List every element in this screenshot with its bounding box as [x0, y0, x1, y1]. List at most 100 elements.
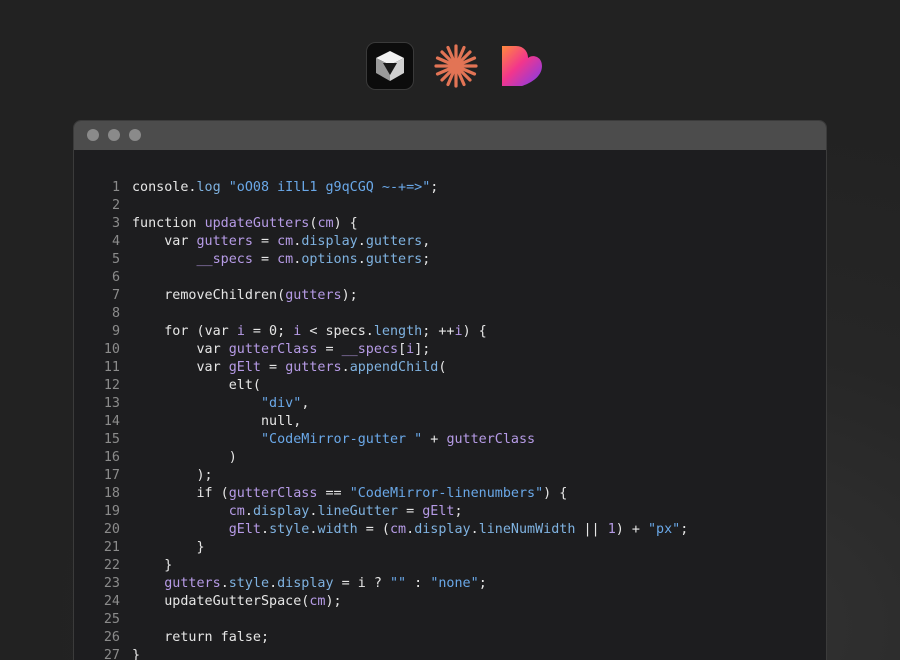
line-source: var gElt = gutters.appendChild(: [132, 359, 447, 377]
code-token: ;: [454, 504, 463, 519]
code-line[interactable]: 22 }: [74, 557, 688, 575]
code-token: elt(: [132, 378, 261, 393]
code-token: "": [390, 576, 407, 591]
code-line[interactable]: 1 console.log "oO08 iIlL1 g9qCGQ ~-+=>";: [74, 179, 688, 197]
cube-app-icon[interactable]: [366, 42, 414, 90]
code-line[interactable]: 3 function updateGutters(cm) {: [74, 215, 688, 233]
code-line[interactable]: 2: [74, 197, 688, 215]
code-token: .: [244, 504, 253, 519]
code-token: ,: [301, 396, 310, 411]
code-token: }: [132, 540, 205, 555]
code-token: [: [398, 342, 407, 357]
code-line[interactable]: 4 var gutters = cm.display.gutters,: [74, 233, 688, 251]
code-token: ==: [317, 486, 350, 501]
code-token: display: [252, 504, 310, 519]
code-line[interactable]: 8: [74, 305, 688, 323]
code-line[interactable]: 11 var gElt = gutters.appendChild(: [74, 359, 688, 377]
line-number: 26: [103, 630, 120, 645]
code-token: .: [357, 252, 366, 267]
code-line[interactable]: 25: [74, 611, 688, 629]
code-line[interactable]: 10 var gutterClass = __specs[i];: [74, 341, 688, 359]
line-source: gElt.style.width = (cm.display.lineNumWi…: [132, 521, 689, 539]
line-source: removeChildren(gutters);: [132, 287, 358, 305]
code-token: .: [269, 576, 278, 591]
code-line[interactable]: 13 "div",: [74, 395, 688, 413]
line-number: 13: [103, 396, 120, 411]
code-line[interactable]: 14 null,: [74, 413, 688, 431]
code-line[interactable]: 27}: [74, 647, 688, 660]
code-token: gutters: [164, 576, 221, 591]
line-source: gutters.style.display = i ? "" : "none";: [132, 575, 487, 593]
window-titlebar[interactable]: [74, 121, 826, 150]
code-token: }: [132, 558, 173, 573]
code-line[interactable]: 5 __specs = cm.options.gutters;: [74, 251, 688, 269]
code-line[interactable]: 23 gutters.style.display = i ? "" : "non…: [74, 575, 688, 593]
code-token: if: [196, 486, 213, 501]
code-token: width: [317, 522, 358, 537]
code-line[interactable]: 18 if (gutterClass == "CodeMirror-linenu…: [74, 485, 688, 503]
code-token: null,: [132, 414, 302, 429]
code-token: gutters: [365, 252, 423, 267]
minimize-dot[interactable]: [108, 129, 120, 141]
code-token: = 0;: [244, 324, 294, 339]
code-line[interactable]: 26 return false;: [74, 629, 688, 647]
line-source: ): [132, 449, 237, 467]
code-token: .: [261, 522, 270, 537]
code-line[interactable]: 24 updateGutterSpace(cm);: [74, 593, 688, 611]
code-token: __specs: [341, 342, 399, 357]
line-number: 20: [103, 522, 120, 537]
code-token: ) {: [462, 324, 487, 339]
code-token: display: [414, 522, 471, 537]
code-line[interactable]: 6: [74, 269, 688, 287]
code-token: ||: [575, 522, 608, 537]
code-token: cm: [277, 234, 294, 249]
code-token: gutters: [285, 360, 342, 375]
line-number: 24: [103, 594, 120, 609]
code-line[interactable]: 21 }: [74, 539, 688, 557]
code-area[interactable]: 1 console.log "oO08 iIlL1 g9qCGQ ~-+=>"; 2…: [74, 179, 688, 660]
code-token: ;: [430, 180, 439, 195]
line-number: 8: [111, 306, 120, 321]
code-token: gutters: [196, 234, 253, 249]
line-source: }: [132, 647, 140, 660]
code-line[interactable]: 19 cm.display.lineGutter = gElt;: [74, 503, 688, 521]
code-line[interactable]: 7 removeChildren(gutters);: [74, 287, 688, 305]
line-source: "CodeMirror-gutter " + gutterClass: [132, 431, 535, 449]
code-line[interactable]: 15 "CodeMirror-gutter " + gutterClass: [74, 431, 688, 449]
code-token: gElt: [228, 360, 261, 375]
code-line[interactable]: 12 elt(: [74, 377, 688, 395]
code-token: style: [228, 576, 270, 591]
line-number: 4: [111, 234, 120, 249]
zoom-dot[interactable]: [129, 129, 141, 141]
line-number: 23: [103, 576, 120, 591]
line-number: 16: [103, 450, 120, 465]
line-source: null,: [132, 413, 301, 431]
line-number: 6: [111, 270, 120, 285]
line-source: return false;: [132, 629, 269, 647]
code-token: cm: [309, 594, 326, 609]
sunburst-app-icon[interactable]: [432, 42, 480, 90]
code-token: cm: [390, 522, 407, 537]
code-token: length: [373, 324, 423, 339]
code-line[interactable]: 17 );: [74, 467, 688, 485]
code-token: cm: [277, 252, 294, 267]
line-source: for (var i = 0; i < specs.length; ++i) {: [132, 323, 487, 341]
heart-app-icon[interactable]: [498, 42, 546, 90]
code-token: display: [301, 234, 358, 249]
code-line[interactable]: 20 gElt.style.width = (cm.display.lineNu…: [74, 521, 688, 539]
line-number: 3: [111, 216, 120, 231]
code-token: i: [454, 324, 463, 339]
line-source: cm.display.lineGutter = gElt;: [132, 503, 463, 521]
code-line[interactable]: 9 for (var i = 0; i < specs.length; ++i)…: [74, 323, 688, 341]
code-token: log: [196, 180, 221, 195]
code-token: gElt: [228, 522, 261, 537]
close-dot[interactable]: [87, 129, 99, 141]
code-token: ,: [422, 234, 431, 249]
line-number: 5: [111, 252, 120, 267]
code-line[interactable]: 16 ): [74, 449, 688, 467]
